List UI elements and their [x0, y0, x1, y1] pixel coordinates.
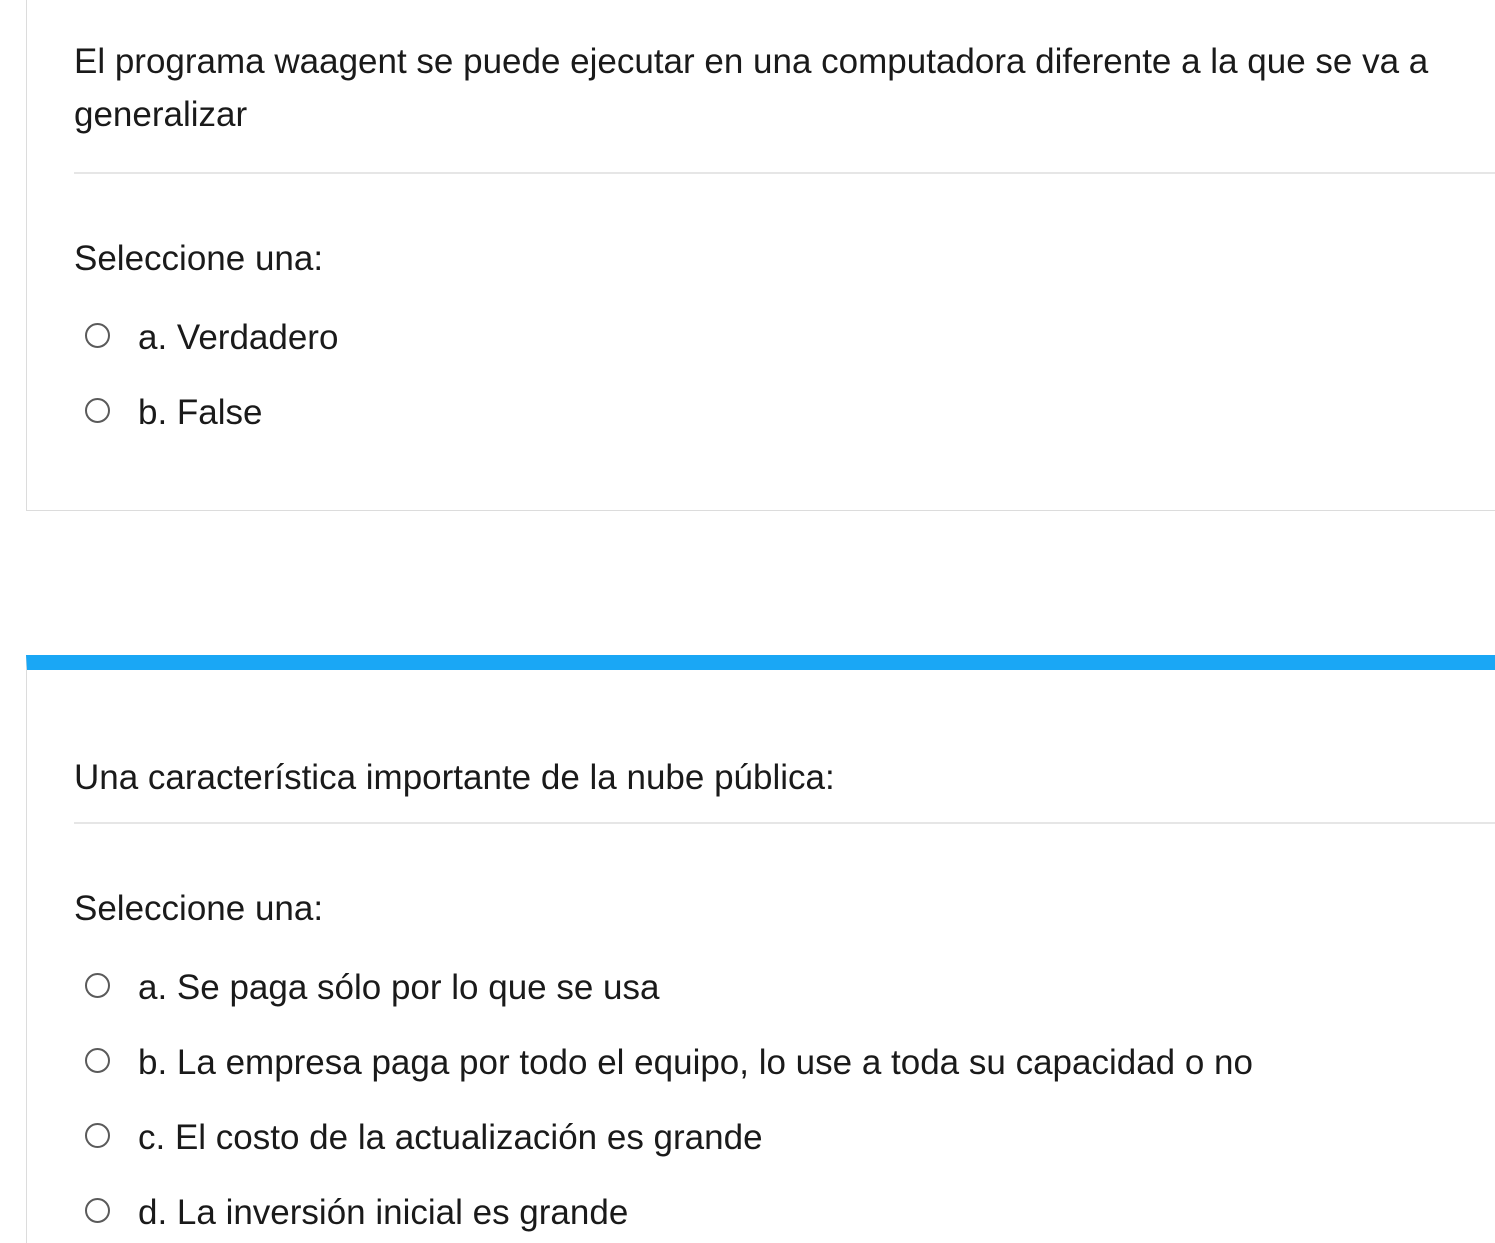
answer-option-a[interactable]: a. Verdadero	[85, 300, 338, 375]
answer-label[interactable]: b. La empresa paga por todo el equipo, l…	[138, 1042, 1253, 1084]
divider	[74, 822, 1495, 824]
divider	[74, 172, 1495, 174]
radio-button[interactable]	[85, 1123, 110, 1148]
answer-option-b[interactable]: b. La empresa paga por todo el equipo, l…	[85, 1025, 1253, 1100]
question-card-2: Una característica importante de la nube…	[26, 655, 1495, 1243]
answer-label[interactable]: a. Se paga sólo por lo que se usa	[138, 967, 659, 1009]
quiz-page: El programa waagent se puede ejecutar en…	[0, 0, 1495, 1243]
answer-option-b[interactable]: b. False	[85, 375, 338, 450]
question-text: El programa waagent se puede ejecutar en…	[74, 42, 1429, 134]
answer-option-c[interactable]: c. El costo de la actualización es grand…	[85, 1100, 1253, 1175]
answer-label[interactable]: c. El costo de la actualización es grand…	[138, 1117, 763, 1159]
select-one-prompt: Seleccione una:	[74, 239, 324, 278]
answer-list: a. Verdadero b. False	[85, 300, 338, 450]
question-text: Una característica importante de la nube…	[74, 758, 835, 797]
answer-label[interactable]: b. False	[138, 392, 263, 434]
answer-option-d[interactable]: d. La inversión inicial es grande	[85, 1175, 1253, 1243]
radio-button[interactable]	[85, 398, 110, 423]
radio-button[interactable]	[85, 1048, 110, 1073]
radio-button[interactable]	[85, 1198, 110, 1223]
answer-option-a[interactable]: a. Se paga sólo por lo que se usa	[85, 950, 1253, 1025]
answer-label[interactable]: d. La inversión inicial es grande	[138, 1192, 628, 1234]
question-card-1: El programa waagent se puede ejecutar en…	[26, 0, 1495, 511]
radio-button[interactable]	[85, 973, 110, 998]
radio-button[interactable]	[85, 323, 110, 348]
select-one-prompt: Seleccione una:	[74, 889, 324, 928]
answer-list: a. Se paga sólo por lo que se usa b. La …	[85, 950, 1253, 1243]
answer-label[interactable]: a. Verdadero	[138, 317, 338, 359]
